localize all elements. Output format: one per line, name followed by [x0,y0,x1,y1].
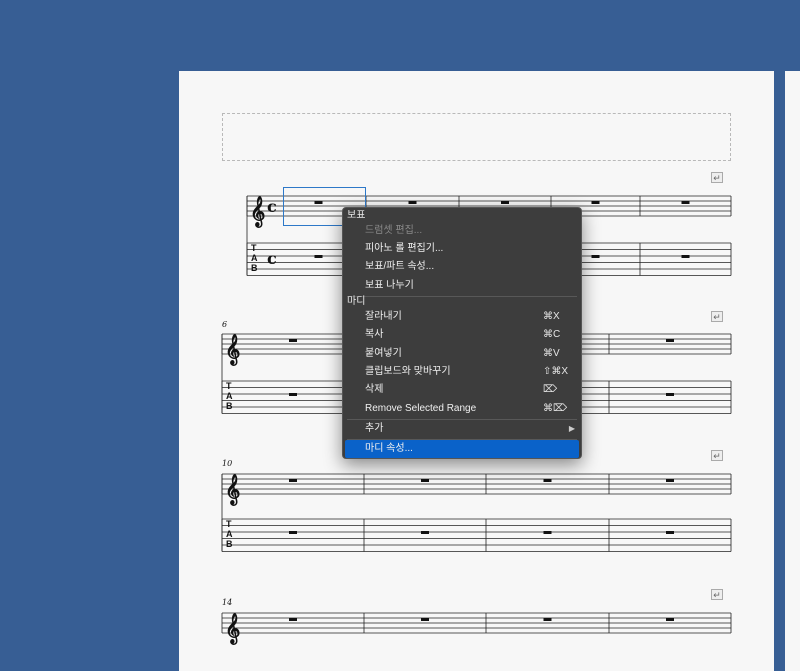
treble-clef-icon: 𝄞 [225,333,240,367]
tab-clef-icon: T [226,381,232,391]
menu-section-measure: 마디 [347,296,366,307]
tab-clef-icon: A [226,529,233,539]
whole-rest [591,201,600,204]
menu-item-swap-clipboard[interactable]: 클립보드와 맞바꾸기 ⇧⌘X [343,363,581,381]
whole-rest [666,531,674,534]
tab-clef-icon: T [251,243,257,253]
whole-rest [289,339,297,342]
whole-rest [289,618,297,621]
tab-clef-icon: T [226,519,232,529]
time-signature: c [267,249,277,268]
tab-clef-icon: A [251,253,258,263]
whole-rest [421,618,429,621]
whole-rest [289,393,297,396]
whole-rest [591,255,600,258]
whole-rest [666,618,674,621]
menu-item-staff-properties[interactable]: 보표/파트 속성... [343,258,581,276]
whole-rest [681,255,690,258]
whole-rest [408,201,417,204]
menu-item-cut[interactable]: 잘라내기 ⌘X [343,308,581,326]
whole-rest [421,531,429,534]
tab-clef-icon: A [226,391,233,401]
time-signature: c [267,197,277,216]
whole-rest [681,201,690,204]
menu-item-add[interactable]: 추가 ▶ [343,420,581,438]
menu-item-paste[interactable]: 붙여넣기 ⌘V [343,345,581,363]
menu-separator [347,296,577,297]
treble-clef-icon: 𝄞 [225,473,240,507]
menu-item-split-staff[interactable]: 보표 나누기 [343,277,581,295]
menu-item-piano-roll[interactable]: 피아노 롤 편집기... [343,240,581,258]
tab-clef-icon: B [226,539,233,549]
whole-rest [543,618,552,621]
submenu-arrow-icon: ▶ [568,424,575,433]
tab-clef-icon: B [226,401,233,411]
whole-rest [314,255,323,258]
menu-item-edit-drumset: 드럼셋 편집... [365,225,423,236]
whole-rest [421,479,429,482]
whole-rest [543,479,552,482]
whole-rest [289,479,297,482]
treble-clef-icon: 𝄞 [225,612,240,646]
menu-item-remove-selected-range[interactable]: Remove Selected Range ⌘⌦ [343,400,581,418]
menu-item-delete[interactable]: 삭제 ⌦ [343,381,581,399]
whole-rest [666,479,674,482]
whole-rest [543,531,552,534]
menu-section-score: 보표 [347,210,366,221]
menu-item-measure-properties[interactable]: 마디 속성... [345,440,579,458]
tab-clef-icon: B [251,263,258,273]
context-menu[interactable]: 보표 드럼셋 편집... 피아노 롤 편집기... 보표/파트 속성... 보표… [342,207,582,459]
menu-item-copy[interactable]: 복사 ⌘C [343,326,581,344]
whole-rest [666,393,674,396]
whole-rest [666,339,674,342]
whole-rest [501,201,509,204]
treble-clef-icon: 𝄞 [250,195,265,229]
whole-rest [289,531,297,534]
